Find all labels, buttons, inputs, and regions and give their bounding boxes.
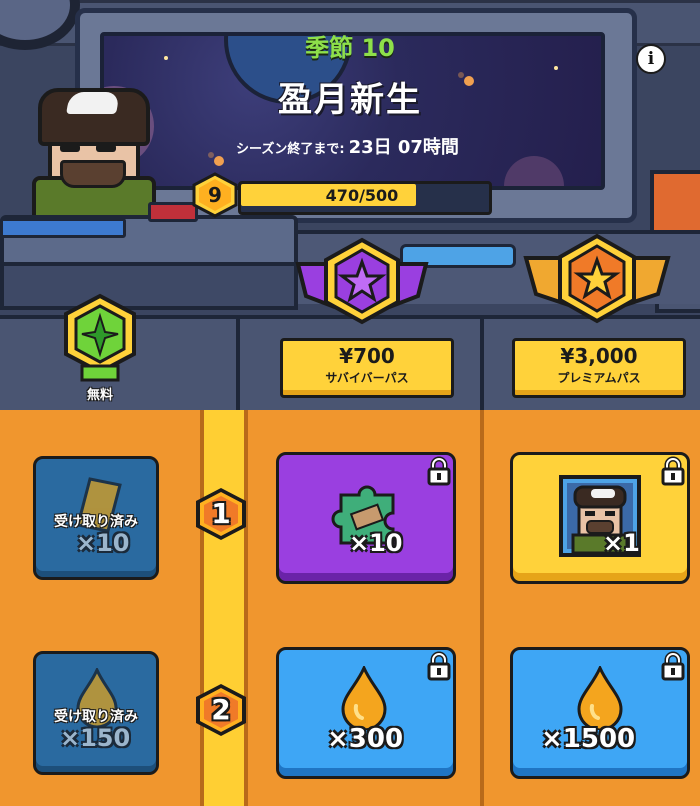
free-tier-badge-icon xyxy=(64,293,136,382)
lock-icon xyxy=(427,651,451,681)
desk-decoration xyxy=(0,262,298,310)
claimed-label: 受け取り済み xyxy=(54,709,138,725)
character-avatar xyxy=(30,88,156,234)
desk-button-decoration xyxy=(0,218,126,238)
level-progress-text: 470/500 xyxy=(325,186,399,205)
survivor-pass-name: サバイバーパス xyxy=(325,371,409,385)
oil-drop-icon xyxy=(341,666,387,730)
lock-icon xyxy=(661,456,685,486)
info-icon[interactable]: i xyxy=(636,44,666,74)
level-track xyxy=(200,410,248,806)
season-label: 季節 10 xyxy=(305,34,395,62)
claimed-label: 受け取り済み xyxy=(54,514,138,530)
reward-quantity: ×10 xyxy=(349,529,403,557)
countdown-label: シーズン終了まで: xyxy=(236,142,345,157)
free-tier-label: 無料 xyxy=(86,388,113,403)
survivor-pass-purchase-button[interactable]: ¥700 サバイバーパス xyxy=(280,338,454,398)
lock-icon xyxy=(427,456,451,486)
row-level-number: 2 xyxy=(211,693,231,726)
reward-quantity: ×150 xyxy=(60,724,131,752)
star-decoration xyxy=(554,66,558,70)
lock-icon xyxy=(661,651,685,681)
meteor-decoration xyxy=(214,156,224,166)
free-reward-card-row-2[interactable]: 受け取り済み ×150 xyxy=(33,651,159,775)
reward-quantity: ×10 xyxy=(76,529,130,557)
current-level: 9 xyxy=(208,183,222,207)
season-countdown: シーズン終了まで: 23日 07時間 xyxy=(236,133,459,159)
survivor-pass-badge-icon xyxy=(295,237,429,325)
survivor-pass-price: ¥700 xyxy=(339,344,395,368)
premium-pass-price: ¥3,000 xyxy=(560,344,638,368)
reward-quantity: ×1500 xyxy=(541,724,636,754)
premium-pass-name: プレミアムパス xyxy=(557,371,641,385)
oil-drop-icon xyxy=(577,666,623,730)
free-reward-card-row-1[interactable]: 受け取り済み ×10 xyxy=(33,456,159,580)
premium-pass-badge-icon xyxy=(523,233,671,324)
row-level-number: 1 xyxy=(211,497,231,530)
planet-decoration xyxy=(504,156,564,186)
reward-quantity: ×300 xyxy=(327,724,404,754)
countdown-value: 23日 07時間 xyxy=(348,137,459,158)
reward-quantity: ×1 xyxy=(603,529,640,557)
premium-pass-purchase-button[interactable]: ¥3,000 プレミアムパス xyxy=(512,338,686,398)
